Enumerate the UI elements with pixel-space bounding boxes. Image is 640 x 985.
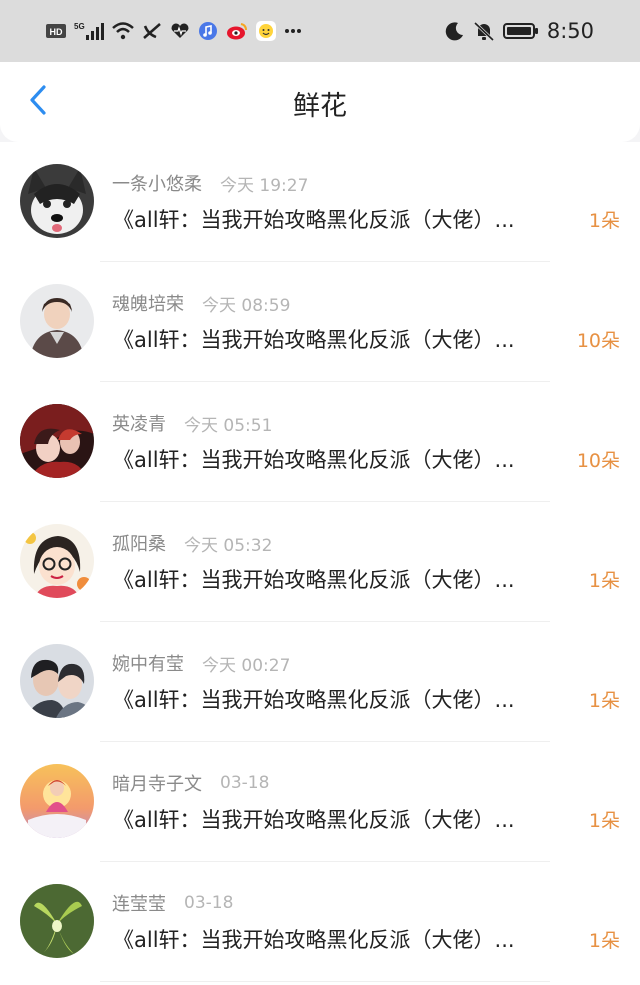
husky-avatar [20,164,94,238]
avatar[interactable] [20,644,94,718]
flower-count: 1朵 [588,690,620,712]
bell-off-icon [473,21,495,41]
heart-icon [170,22,190,40]
avatar[interactable] [20,404,94,478]
username[interactable]: 暗月寺子文 [112,770,202,796]
weibo-icon [226,21,248,41]
no-call-icon [142,22,162,40]
avatar[interactable] [20,524,94,598]
sunset-girl-avatar [20,764,94,838]
book-title[interactable]: 《all轩：当我开始攻略黑化反派（大佬）... [113,444,568,474]
username[interactable]: 英凌青 [112,410,166,436]
timestamp: 今天 05:32 [184,535,273,556]
book-title[interactable]: 《all轩：当我开始攻略黑化反派（大佬）... [113,324,568,354]
timestamp: 今天 05:51 [184,415,273,436]
orchid-avatar [20,884,94,958]
timestamp: 03-18 [220,773,270,793]
boy-avatar [20,284,94,358]
list-item[interactable]: 魂魄培荣 今天 08:59 《all轩：当我开始攻略黑化反派（大佬）... 10… [0,262,640,382]
username[interactable]: 婉中有莹 [112,650,184,676]
flower-count: 1朵 [588,570,620,592]
music-icon [198,21,218,41]
moon-icon [445,21,465,41]
username[interactable]: 连莹莹 [112,890,166,916]
list-item[interactable]: 婉中有莹 今天 00:27 《all轩：当我开始攻略黑化反派（大佬）... 1朵 [0,622,640,742]
signal-icon: 5G [74,21,104,41]
flower-list: 一条小悠柔 今天 19:27 《all轩：当我开始攻略黑化反派（大佬）... 1… [0,142,640,985]
avatar[interactable] [20,164,94,238]
book-title[interactable]: 《all轩：当我开始攻略黑化反派（大佬）... [113,564,568,594]
item-meta: 孤阳桑 今天 05:32 [112,530,272,556]
timestamp: 今天 19:27 [220,175,309,196]
item-meta: 一条小悠柔 今天 19:27 [112,170,308,196]
timestamp: 今天 08:59 [202,295,291,316]
username[interactable]: 孤阳桑 [112,530,166,556]
item-meta: 暗月寺子文 03-18 [112,770,269,796]
list-item[interactable]: 暗月寺子文 03-18 《all轩：当我开始攻略黑化反派（大佬）... 1朵 [0,742,640,862]
timestamp: 03-18 [184,893,234,913]
status-bar: HD 5G 8:50 [0,0,640,62]
nav-header: 鲜花 [0,62,640,142]
svg-text:HD: HD [50,27,63,37]
flower-count: 10朵 [576,450,620,472]
book-title[interactable]: 《all轩：当我开始攻略黑化反派（大佬）... [113,924,568,954]
item-meta: 英凌青 今天 05:51 [112,410,272,436]
avatar[interactable] [20,284,94,358]
avatar[interactable] [20,884,94,958]
flower-count: 10朵 [576,330,620,352]
list-item[interactable]: 一条小悠柔 今天 19:27 《all轩：当我开始攻略黑化反派（大佬）... 1… [0,142,640,262]
username[interactable]: 一条小悠柔 [112,170,202,196]
timestamp: 今天 00:27 [202,655,291,676]
status-left-icons: HD 5G [46,21,302,41]
battery-icon [502,21,539,41]
book-title[interactable]: 《all轩：当我开始攻略黑化反派（大佬）... [113,804,568,834]
flower-count: 1朵 [588,810,620,832]
svg-text:5G: 5G [74,22,85,31]
list-item[interactable]: 连莹莹 03-18 《all轩：当我开始攻略黑化反派（大佬）... 1朵 [0,862,640,982]
page-title: 鲜花 [293,91,347,122]
avatar[interactable] [20,764,94,838]
divider [100,981,550,982]
book-title[interactable]: 《all轩：当我开始攻略黑化反派（大佬）... [113,204,568,234]
status-time: 8:50 [546,19,594,43]
more-icon [284,28,302,34]
couple-avatar [20,644,94,718]
cartoon-girl-avatar [20,524,94,598]
item-meta: 连莹莹 03-18 [112,890,233,916]
list-item[interactable]: 英凌青 今天 05:51 《all轩：当我开始攻略黑化反派（大佬）... 10朵 [0,382,640,502]
flower-count: 1朵 [588,210,620,232]
username[interactable]: 魂魄培荣 [112,290,184,316]
wifi-icon [112,22,134,40]
anime-avatar [20,404,94,478]
status-right-icons: 8:50 [445,19,594,43]
item-meta: 婉中有莹 今天 00:27 [112,650,290,676]
flower-count: 1朵 [588,930,620,952]
hd-icon: HD [46,23,66,39]
emoji-app-icon [256,21,276,41]
list-item[interactable]: 孤阳桑 今天 05:32 《all轩：当我开始攻略黑化反派（大佬）... 1朵 [0,502,640,622]
item-meta: 魂魄培荣 今天 08:59 [112,290,290,316]
book-title[interactable]: 《all轩：当我开始攻略黑化反派（大佬）... [113,684,568,714]
